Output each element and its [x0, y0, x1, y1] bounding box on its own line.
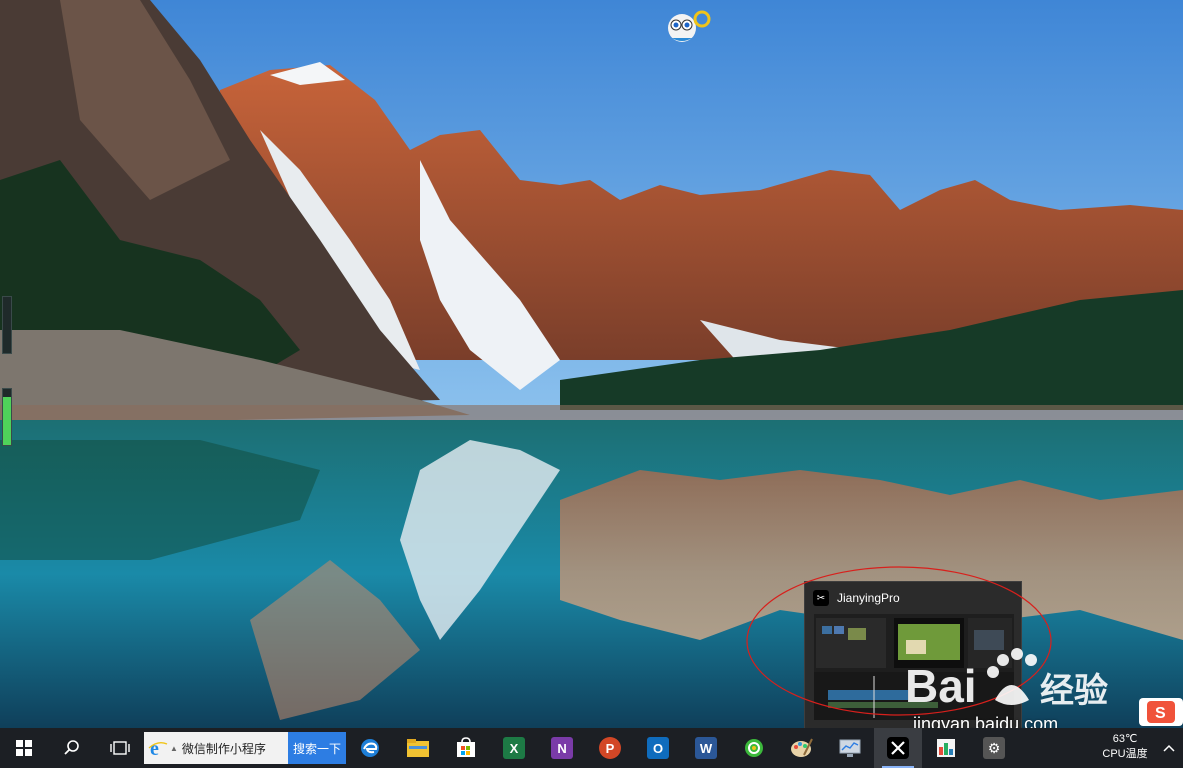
search-input[interactable]: e ▲ 微信制作小程序	[144, 732, 288, 764]
store-icon	[457, 737, 476, 757]
taskbar: e ▲ 微信制作小程序 搜索一下 X N P O W ⚙	[0, 728, 1183, 768]
taskbar-app-file-explorer[interactable]	[394, 728, 442, 768]
preview-header: ✂ JianyingPro	[805, 582, 1021, 614]
sogou-input-icon[interactable]: S	[1139, 698, 1183, 726]
windows-logo-icon	[16, 740, 32, 756]
ie-browser-icon: e	[148, 738, 168, 758]
taskbar-app-paint[interactable]	[778, 728, 826, 768]
edge-icon	[361, 739, 380, 757]
svg-text:Bai: Bai	[905, 660, 977, 712]
tray-temperature-value: 63℃	[1112, 733, 1138, 745]
search-button[interactable]	[48, 728, 96, 768]
taskbar-app-powerpoint[interactable]: P	[586, 728, 634, 768]
onenote-icon: N	[551, 737, 574, 759]
start-button[interactable]	[0, 728, 48, 768]
svg-text:经验: 经验	[1040, 671, 1108, 711]
monitor-icon	[839, 739, 861, 757]
chart-app-icon	[937, 739, 956, 757]
jianying-icon	[887, 737, 910, 759]
settings-icon: ⚙	[983, 737, 1006, 759]
left-widget-meter-top	[2, 296, 12, 354]
outlook-icon: O	[647, 737, 670, 759]
svg-text:S: S	[1155, 705, 1166, 722]
taskbar-app-settings[interactable]: ⚙	[970, 728, 1018, 768]
taskbar-app-store[interactable]	[442, 728, 490, 768]
taskbar-app-monitor[interactable]	[826, 728, 874, 768]
svg-text:e: e	[150, 738, 159, 758]
taskbar-app-outlook[interactable]: O	[634, 728, 682, 768]
browser-360-icon	[745, 739, 764, 757]
taskbar-app-onenote[interactable]: N	[538, 728, 586, 768]
taskbar-app-chart[interactable]	[922, 728, 970, 768]
search-submit-button[interactable]: 搜索一下	[288, 732, 347, 764]
task-view-icon	[110, 741, 130, 755]
taskbar-app-word[interactable]: W	[682, 728, 730, 768]
powerpoint-icon: P	[599, 737, 622, 759]
taskbar-app-jianying[interactable]	[874, 728, 923, 768]
word-icon: W	[695, 737, 718, 759]
excel-icon: X	[503, 737, 526, 759]
taskbar-app-excel[interactable]: X	[490, 728, 538, 768]
paint-icon	[791, 738, 813, 757]
meter-bottom-fill	[3, 397, 11, 445]
search-input-text: 微信制作小程序	[181, 741, 266, 756]
search-icon	[64, 740, 79, 755]
tray-cpu-temperature[interactable]: 63℃ CPU温度	[1095, 732, 1155, 762]
left-widget-meter-bottom	[2, 388, 12, 446]
tray-temperature-label: CPU温度	[1102, 748, 1148, 760]
owl-mascot-icon[interactable]	[664, 8, 712, 44]
chevron-down-icon: ▲	[170, 743, 178, 753]
preview-title: JianyingPro	[837, 591, 900, 605]
taskbar-app-edge[interactable]	[346, 728, 394, 768]
jianying-app-icon: ✂	[813, 590, 829, 606]
tray-overflow-chevron-icon[interactable]	[1159, 736, 1179, 760]
taskbar-app-360-browser[interactable]	[730, 728, 778, 768]
task-view-button[interactable]	[96, 728, 144, 768]
file-explorer-icon	[407, 739, 430, 757]
